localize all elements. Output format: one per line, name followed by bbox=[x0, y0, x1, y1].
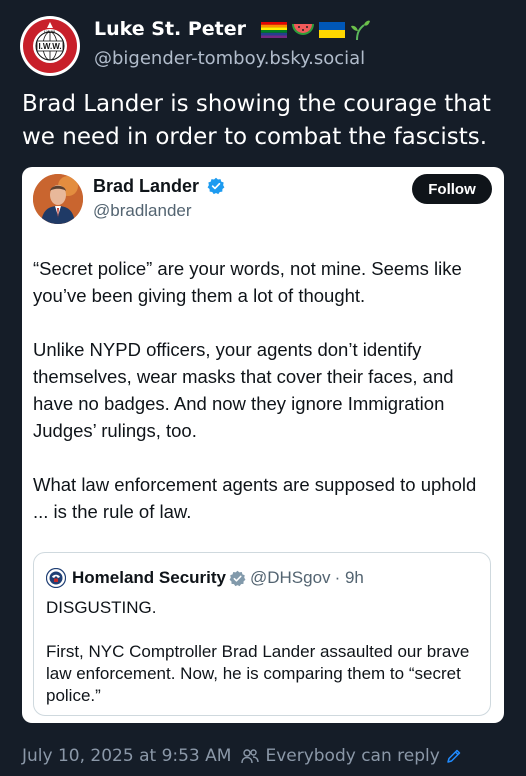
dhs-seal-icon bbox=[46, 568, 66, 588]
author-name[interactable]: Luke St. Peter bbox=[94, 18, 371, 41]
post-text: Brad Lander is showing the courage that … bbox=[22, 91, 491, 150]
tweet-body: “Secret police” are your words, not mine… bbox=[33, 255, 493, 552]
reply-setting[interactable]: Everybody can reply bbox=[241, 746, 461, 766]
verified-badge-icon bbox=[207, 177, 225, 195]
tweet-paragraph: Unlike NYPD officers, your agents don’t … bbox=[33, 339, 454, 441]
reply-setting-label[interactable]: Everybody can reply bbox=[265, 746, 439, 766]
quoted-tweet-time: · 9h bbox=[334, 568, 364, 587]
tweet-author-avatar bbox=[33, 174, 83, 224]
person-photo-icon bbox=[33, 174, 83, 224]
seedling-icon bbox=[350, 20, 370, 41]
tweet-author-handle: @bradlander bbox=[93, 201, 192, 220]
author-avatar[interactable]: I.W.W. I.W.W. bbox=[20, 16, 80, 76]
pencil-icon[interactable] bbox=[446, 748, 462, 764]
post-timestamp[interactable]: July 10, 2025 at 9:53 AM bbox=[22, 746, 231, 766]
quoted-paragraph: DISGUSTING. bbox=[46, 598, 157, 617]
watermelon-icon bbox=[291, 24, 314, 35]
embedded-tweet-card[interactable]: Brad Lander @bradlander Follow “Secret p… bbox=[22, 167, 504, 723]
svg-text:I.W.W.: I.W.W. bbox=[44, 29, 56, 34]
post-header: I.W.W. I.W.W. Luke St. Peter @bigender-t… bbox=[20, 14, 510, 78]
tweet-author-name: Brad Lander bbox=[93, 176, 225, 197]
rainbow-flag-icon bbox=[260, 22, 287, 38]
quoted-tweet-header: Homeland Security @DHSgov · 9h bbox=[46, 567, 364, 589]
tweet-paragraph: “Secret police” are your words, not mine… bbox=[33, 258, 462, 306]
name-flair bbox=[260, 19, 371, 41]
quoted-author-name: Homeland Security bbox=[72, 568, 226, 587]
quoted-tweet-text: DISGUSTING. First, NYC Comptroller Brad … bbox=[46, 597, 482, 729]
quoted-author-handle: @DHSgov bbox=[250, 568, 331, 587]
author-handle[interactable]: @bigender-tomboy.bsky.social bbox=[94, 48, 365, 69]
tweet-paragraph: What law enforcement agents are supposed… bbox=[33, 474, 477, 522]
quoted-tweet[interactable]: Homeland Security @DHSgov · 9h DISGUSTIN… bbox=[33, 552, 491, 716]
ukraine-flag-icon bbox=[318, 22, 345, 38]
quoted-paragraph: First, NYC Comptroller Brad Lander assau… bbox=[46, 642, 470, 705]
iww-logo-icon: I.W.W. I.W.W. bbox=[21, 17, 79, 75]
svg-text:I.W.W.: I.W.W. bbox=[38, 42, 61, 51]
people-icon bbox=[241, 749, 260, 764]
verified-badge-icon bbox=[229, 570, 246, 586]
post-footer: July 10, 2025 at 9:53 AM Everybody can r… bbox=[22, 744, 462, 768]
follow-button[interactable]: Follow bbox=[412, 174, 492, 204]
